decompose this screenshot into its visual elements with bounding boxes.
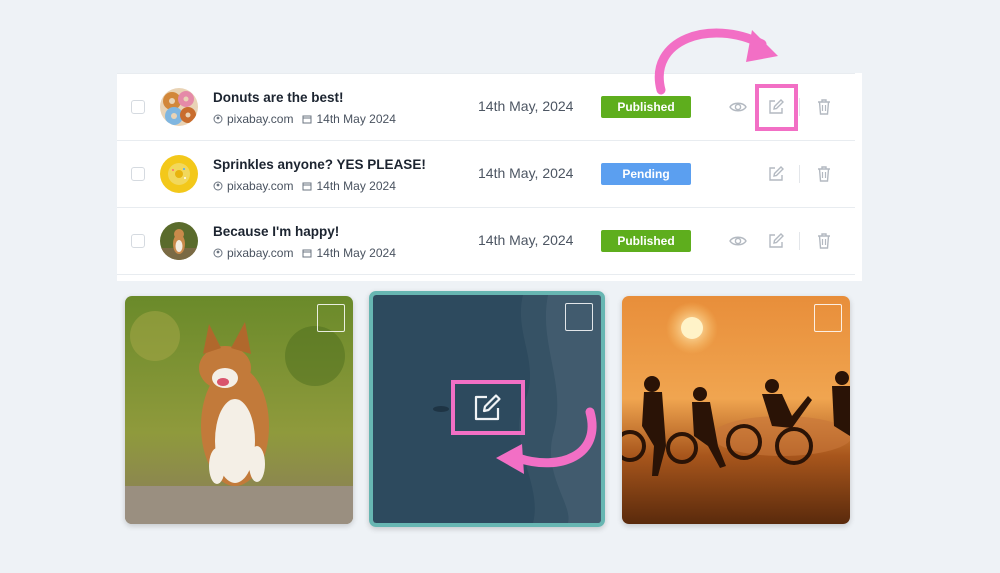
post-meta: pixabay.com 14th May 2024: [213, 112, 396, 126]
calendar-icon: [302, 182, 312, 191]
edit-icon[interactable]: [470, 391, 506, 425]
post-source: pixabay.com: [227, 112, 294, 126]
edit-icon[interactable]: [766, 231, 786, 251]
post-title[interactable]: Sprinkles anyone? YES PLEASE!: [213, 157, 426, 172]
gallery-card-sunset[interactable]: [622, 296, 850, 524]
post-thumbnail: [160, 155, 198, 193]
calendar-icon: [302, 115, 312, 124]
gallery-card-dog[interactable]: [125, 296, 353, 524]
select-checkbox[interactable]: [317, 304, 345, 332]
eye-icon[interactable]: [728, 231, 748, 251]
post-meta-date: 14th May 2024: [316, 246, 396, 260]
action-divider: [799, 165, 800, 183]
status-badge: Published: [601, 96, 691, 118]
post-thumbnail: [160, 88, 198, 126]
post-meta-date: 14th May 2024: [316, 179, 396, 193]
action-divider: [799, 232, 800, 250]
status-badge: Pending: [601, 163, 691, 185]
trash-icon[interactable]: [814, 231, 834, 251]
post-date: 14th May, 2024: [478, 165, 574, 181]
post-meta: pixabay.com 14th May 2024: [213, 179, 396, 193]
source-icon: [213, 114, 223, 124]
select-checkbox[interactable]: [565, 303, 593, 331]
table-row[interactable]: Because I'm happy! pixabay.com 14th May …: [117, 207, 855, 275]
action-divider: [799, 98, 800, 116]
row-checkbox[interactable]: [131, 234, 145, 248]
source-icon: [213, 248, 223, 258]
post-source: pixabay.com: [227, 179, 294, 193]
post-source: pixabay.com: [227, 246, 294, 260]
edit-icon[interactable]: [766, 164, 786, 184]
trash-icon[interactable]: [814, 164, 834, 184]
row-checkbox[interactable]: [131, 100, 145, 114]
select-checkbox[interactable]: [814, 304, 842, 332]
eye-icon[interactable]: [728, 97, 748, 117]
posts-table: Donuts are the best! pixabay.com 14th Ma…: [117, 73, 862, 281]
trash-icon[interactable]: [814, 97, 834, 117]
post-title[interactable]: Donuts are the best!: [213, 90, 344, 105]
table-row[interactable]: Donuts are the best! pixabay.com 14th Ma…: [117, 73, 855, 140]
edit-icon-highlight: [755, 84, 798, 131]
status-badge: Published: [601, 230, 691, 252]
post-meta-date: 14th May 2024: [316, 112, 396, 126]
post-date: 14th May, 2024: [478, 232, 574, 248]
post-title[interactable]: Because I'm happy!: [213, 224, 339, 239]
calendar-icon: [302, 249, 312, 258]
post-date: 14th May, 2024: [478, 98, 574, 114]
table-row[interactable]: Sprinkles anyone? YES PLEASE! pixabay.co…: [117, 140, 855, 207]
row-checkbox[interactable]: [131, 167, 145, 181]
post-thumbnail: [160, 222, 198, 260]
source-icon: [213, 181, 223, 191]
post-meta: pixabay.com 14th May 2024: [213, 246, 396, 260]
